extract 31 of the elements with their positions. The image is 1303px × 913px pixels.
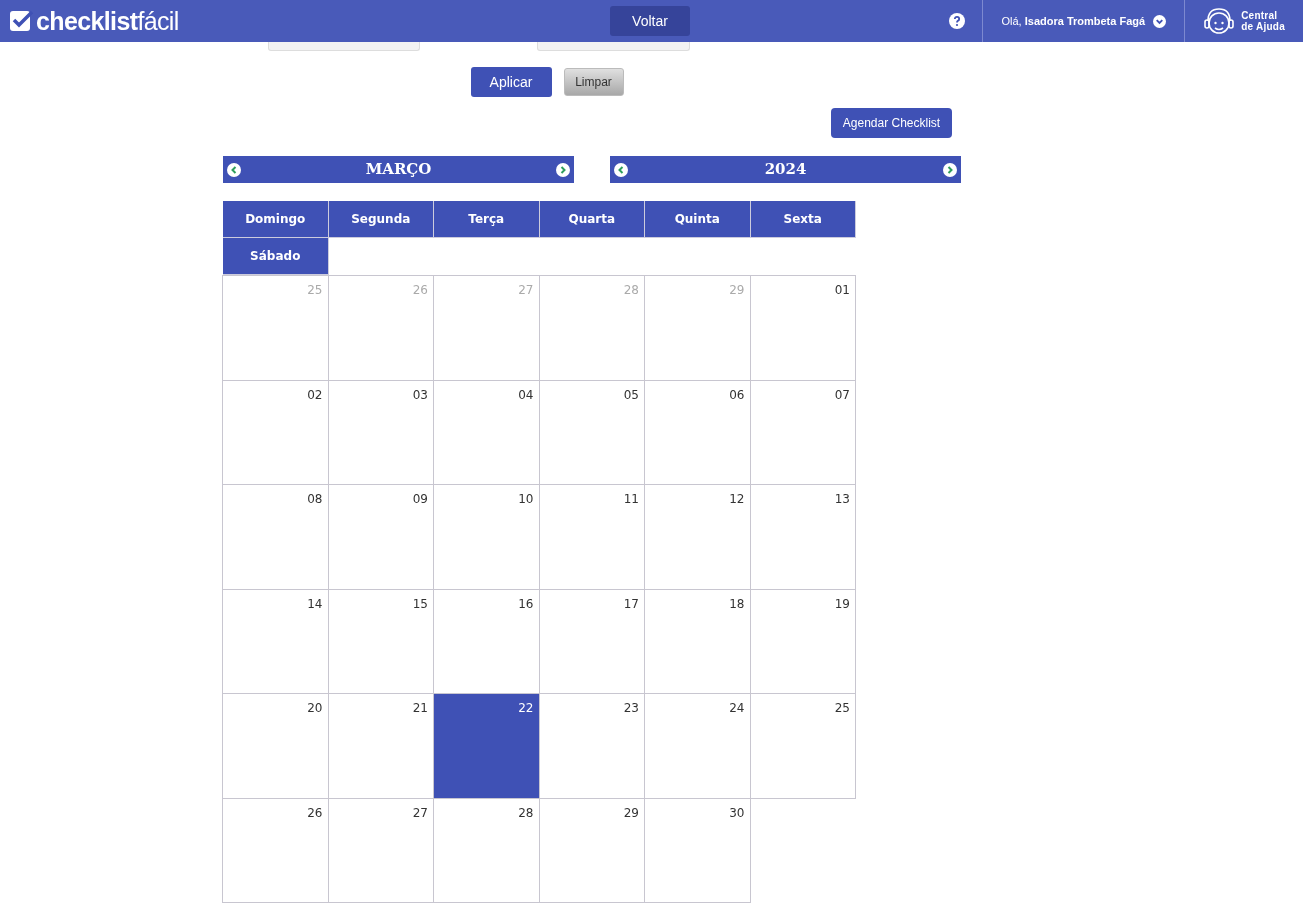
day-cell[interactable]: 25 [749, 693, 856, 799]
schedule-checklist-button[interactable]: Agendar Checklist [831, 108, 952, 138]
logo-text: checklistfácil [36, 8, 179, 34]
chevron-down-icon [1153, 14, 1167, 28]
weekday-header: Sábado [223, 238, 329, 275]
weekday-header: Quarta [539, 201, 645, 238]
next-icon[interactable] [943, 162, 957, 177]
weekday-header: Terça [434, 201, 540, 238]
help-center-link[interactable]: Central de Ajuda [1185, 0, 1303, 42]
day-cell[interactable]: 30 [644, 797, 751, 903]
logo-check-icon [10, 10, 34, 32]
user-menu[interactable]: Olá, Isadora Trombeta Fagá [983, 0, 1185, 42]
weekday-header: Sexta [750, 201, 856, 238]
day-cell[interactable]: 01 [749, 275, 856, 381]
weekday-header: Segunda [328, 201, 434, 238]
help-icon[interactable] [949, 13, 966, 29]
year-label: 2024 [764, 159, 807, 181]
weekday-header: Domingo [223, 201, 329, 238]
day-cell[interactable]: 22 [433, 693, 540, 799]
select-field[interactable] [537, 42, 690, 51]
apply-button[interactable]: Aplicar [470, 67, 552, 97]
month-label: MARÇO [365, 159, 432, 181]
day-cell[interactable]: 26 [222, 797, 329, 903]
next-icon[interactable] [556, 162, 570, 177]
clear-button[interactable]: Limpar [563, 68, 624, 96]
weekday-header: Quinta [645, 201, 751, 238]
previous-icon[interactable] [614, 162, 628, 177]
headset-face-icon [1203, 6, 1236, 36]
previous-icon[interactable] [227, 162, 241, 177]
back-button[interactable]: Voltar [610, 6, 690, 36]
select-field[interactable] [268, 42, 420, 51]
